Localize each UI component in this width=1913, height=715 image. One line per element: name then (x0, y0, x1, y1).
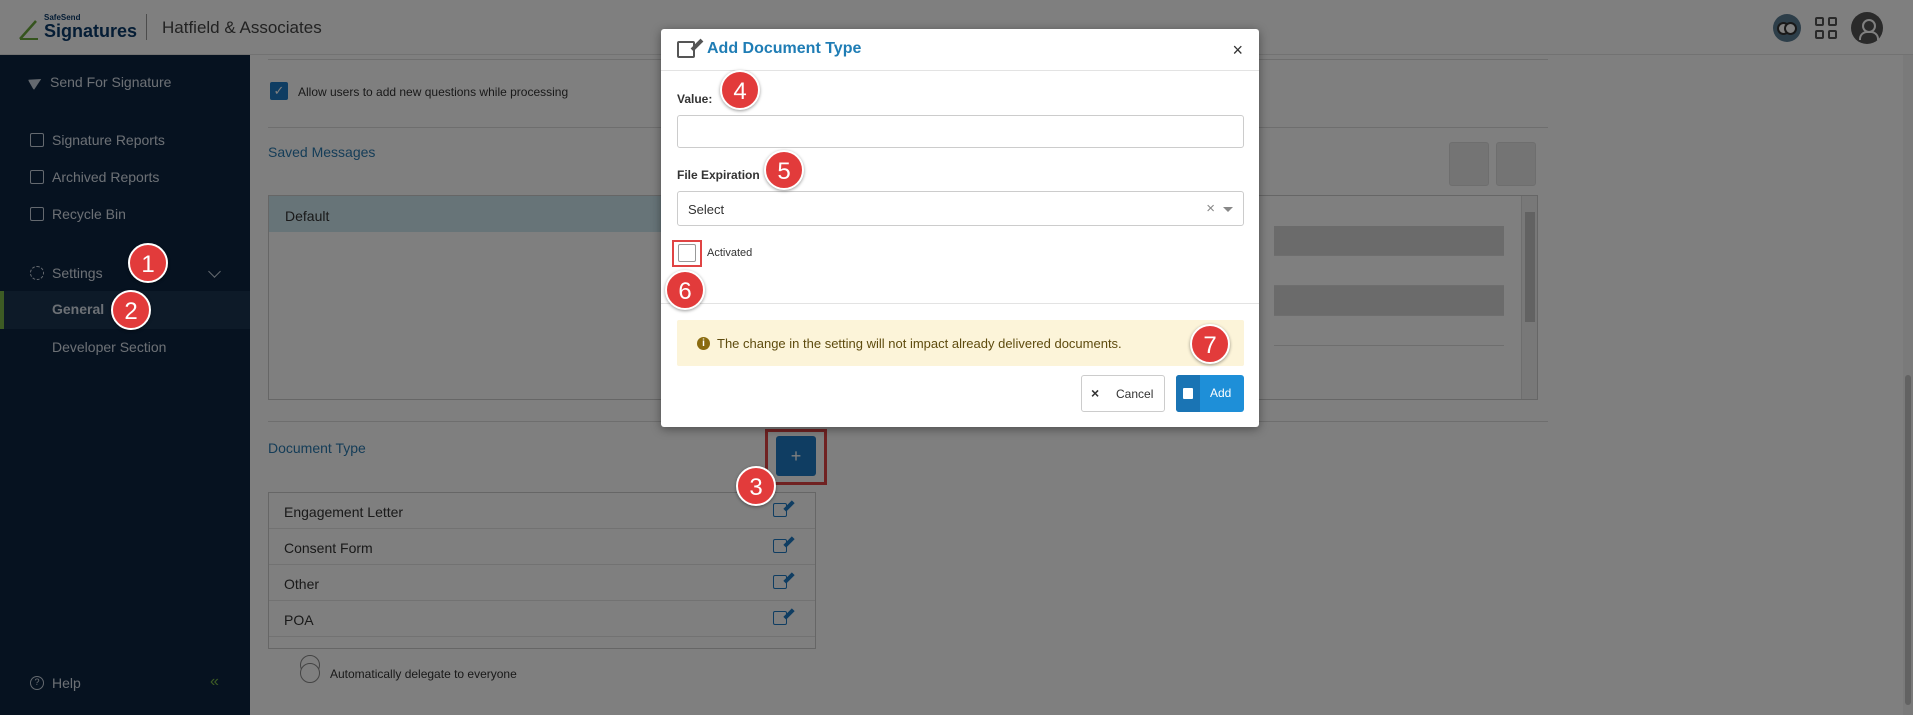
file-expiration-value: Select (688, 202, 725, 217)
step-badge-1: 1 (128, 243, 168, 283)
highlight-frame (672, 240, 702, 267)
step-badge-7: 7 (1190, 324, 1230, 364)
step-badge-4: 4 (720, 70, 760, 110)
file-expiration-select[interactable]: Select × (677, 191, 1244, 226)
close-icon: × (1091, 385, 1100, 401)
cancel-button[interactable]: × Cancel (1081, 375, 1165, 412)
step-badge-3: 3 (736, 466, 776, 506)
add-label: Add (1210, 386, 1232, 400)
warning-banner: i The change in the setting will not imp… (677, 320, 1244, 366)
step-badge-6: 6 (665, 270, 705, 310)
file-expiration-label: File Expiration (677, 168, 760, 182)
divider (661, 303, 1259, 304)
modal-header: Add Document Type × (661, 29, 1259, 71)
value-label: Value: (677, 92, 713, 106)
edit-icon (677, 41, 695, 58)
step-badge-2: 2 (111, 290, 151, 330)
activated-label: Activated (707, 247, 753, 259)
value-input[interactable] (677, 115, 1244, 148)
add-button[interactable]: Add (1176, 375, 1244, 412)
chevron-down-icon[interactable] (1223, 207, 1233, 212)
clear-icon[interactable]: × (1206, 200, 1215, 217)
info-icon: i (697, 337, 710, 350)
warning-text: The change in the setting will not impac… (717, 336, 1122, 351)
close-icon[interactable]: × (1232, 40, 1243, 61)
modal-title: Add Document Type (707, 40, 862, 57)
cancel-label: Cancel (1116, 387, 1154, 401)
step-badge-5: 5 (764, 150, 804, 190)
save-icon (1176, 375, 1200, 412)
